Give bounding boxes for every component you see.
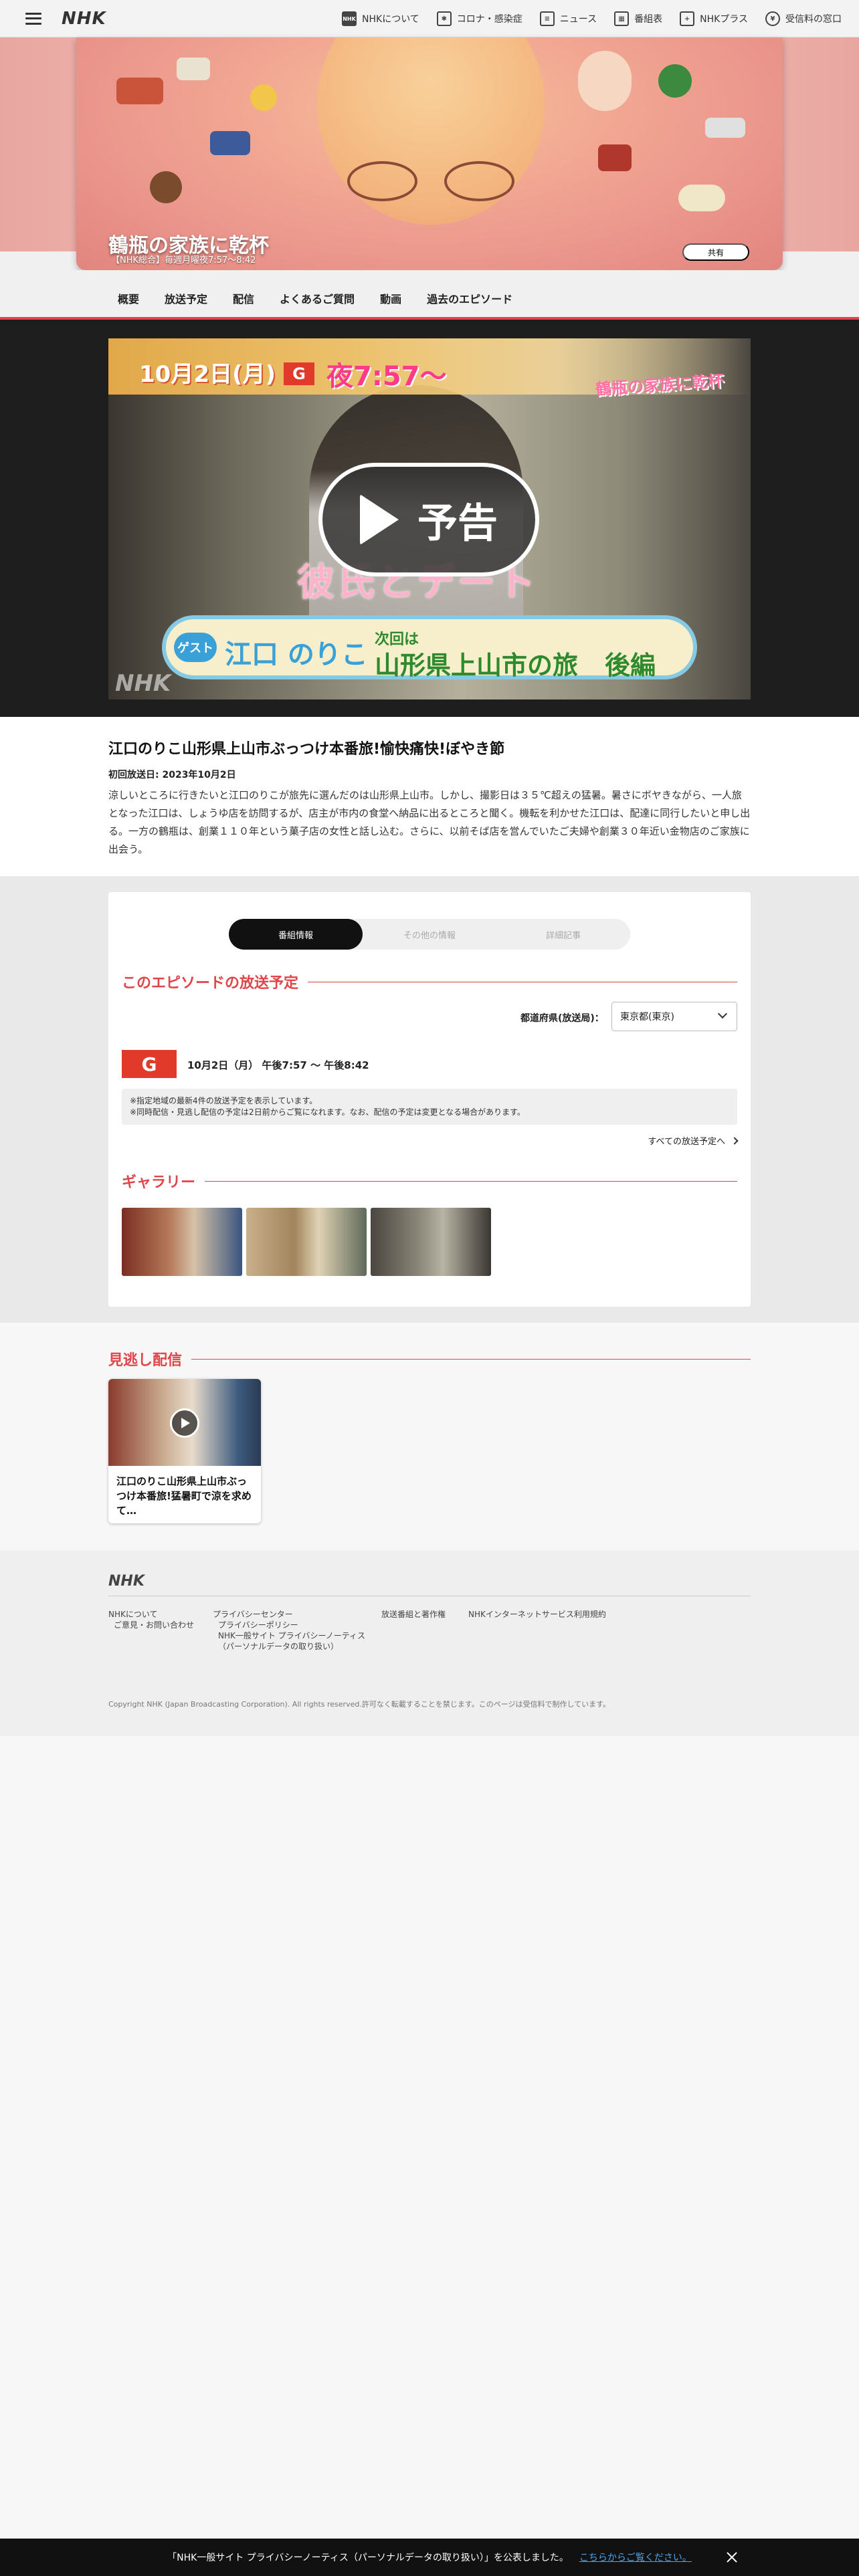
tab-past-episodes[interactable]: 過去のエピソード [427, 290, 512, 306]
tab-program-info[interactable]: 番組情報 [229, 919, 363, 950]
footer: NHK NHKについて ご意見・お問い合わせ プライバシーセンター プライバシー… [0, 1550, 859, 1736]
nhk-logo[interactable]: NHK [62, 9, 106, 29]
nav-about[interactable]: NHK NHKについて [342, 11, 419, 26]
chevron-down-icon [717, 1008, 728, 1019]
global-nav: NHK NHKについて ✱ コロナ・感染症 ≡ ニュース ▦ 番組表 + NHKプラス ¥… [342, 0, 842, 37]
footer-link-privacy-notice-sub: （パーソナルデータの取り扱い） [218, 1642, 339, 1651]
play-trailer-button[interactable]: 予告 [318, 463, 539, 576]
tab-faq[interactable]: よくあるご質問 [280, 290, 355, 306]
nav-corona[interactable]: ✱ コロナ・感染症 [436, 11, 522, 26]
privacy-notice-link[interactable]: こちらからご覧ください。 [579, 2551, 692, 2564]
glasses-illustration [347, 161, 514, 201]
nav-nhk-plus[interactable]: + NHKプラス [680, 11, 748, 26]
close-icon[interactable] [725, 2551, 739, 2564]
footer-link-about[interactable]: NHKについて [108, 1609, 158, 1620]
overlay-time: 夜7:57〜 [326, 361, 447, 392]
gallery [122, 1208, 491, 1276]
food-illustration [116, 78, 163, 104]
region-select[interactable]: 東京都(東京) [611, 1002, 737, 1031]
broadcast-heading: このエピソードの放送予定 [122, 971, 737, 992]
privacy-notice-text: 「NHK一般サイト プライバシーノーティス（パーソナルデータの取り扱い）」を公表… [167, 2553, 569, 2563]
tab-other-info[interactable]: その他の情報 [363, 919, 496, 950]
play-icon [360, 494, 399, 545]
global-header: NHK NHK NHKについて ✱ コロナ・感染症 ≡ ニュース ▦ 番組表 + NHKプ… [0, 0, 859, 37]
catchup-heading: 見逃し配信 [108, 1348, 751, 1370]
overlay-guest-name: 江口 のりこ [225, 639, 368, 670]
nhk-icon: NHK [342, 11, 357, 26]
schedule-notes: ※指定地域の最新4件の放送予定を表示しています。 ※同時配信・見逃し配信の予定は… [122, 1089, 737, 1125]
gallery-image[interactable] [371, 1208, 491, 1276]
all-schedule-link[interactable]: すべての放送予定へ [648, 1134, 739, 1147]
program-airtime: 【NHK総合】毎週月曜夜7:57〜8:42 [111, 255, 256, 265]
footer-link-privacy-center[interactable]: プライバシーセンター [213, 1609, 293, 1620]
overlay-guest-tag: ゲスト [174, 633, 217, 662]
overlay-channel: G [284, 362, 314, 385]
first-broadcast-date: 初回放送日: 2023年10月2日 [108, 770, 236, 780]
overlay-part: 後編 [605, 651, 656, 680]
play-icon [170, 1408, 199, 1438]
food-illustration [177, 58, 210, 80]
food-illustration [598, 144, 632, 171]
tab-broadcast[interactable]: 放送予定 [165, 290, 207, 306]
tab-overview[interactable]: 概要 [118, 290, 139, 306]
nav-news[interactable]: ≡ ニュース [539, 11, 597, 26]
privacy-notice-bar: 「NHK一般サイト プライバシーノーティス（パーソナルデータの取り扱い）」を公表… [0, 2539, 859, 2576]
program-hero: 鶴瓶の家族に乾杯 【NHK総合】毎週月曜夜7:57〜8:42 共有 [76, 37, 783, 270]
broadcast-schedule: 10月2日（月） 午後7:57 〜 午後8:42 [187, 1059, 369, 1071]
news-icon: ≡ [539, 11, 555, 26]
tab-streaming[interactable]: 配信 [233, 290, 254, 306]
info-tabs: 番組情報 その他の情報 詳細記事 [229, 919, 630, 950]
episode-info: 江口のりこ山形県上山市ぶっつけ本番旅!愉快痛快!ぼやき節 初回放送日: 2023… [0, 717, 859, 876]
virus-icon: ✱ [436, 11, 452, 26]
nav-fee[interactable]: ¥ 受信料の窓口 [765, 11, 842, 26]
food-illustration [658, 64, 692, 98]
menu-icon[interactable] [25, 12, 41, 25]
tab-videos[interactable]: 動画 [380, 290, 401, 306]
footer-link-privacy-policy[interactable]: プライバシーポリシー [218, 1620, 298, 1630]
copyright-text: Copyright NHK (Japan Broadcasting Corpor… [108, 1700, 611, 1709]
footer-link-contact[interactable]: ご意見・お問い合わせ [114, 1620, 194, 1630]
overlay-date: 10月2日(月) [139, 361, 276, 388]
food-illustration [578, 51, 632, 111]
program-info-card: 番組情報 その他の情報 詳細記事 このエピソードの放送予定 都道府県(放送局)：… [108, 892, 751, 1307]
nav-schedule[interactable]: ▦ 番組表 [614, 11, 662, 26]
food-illustration [250, 84, 277, 111]
channel-badge: G [122, 1050, 177, 1078]
episode-title: 江口のりこ山形県上山市ぶっつけ本番旅!愉快痛快!ぼやき節 [108, 741, 505, 758]
footer-logo[interactable]: NHK [108, 1573, 145, 1590]
gallery-image[interactable] [122, 1208, 242, 1276]
footer-link-copyright[interactable]: 放送番組と著作権 [381, 1609, 446, 1620]
catchup-video-title: 江口のりこ山形県上山市ぶっつけ本番旅!猛暑町で涼を求めて… [116, 1475, 252, 1517]
schedule-icon: ▦ [614, 11, 630, 26]
catchup-video-card[interactable]: 江口のりこ山形県上山市ぶっつけ本番旅!猛暑町で涼を求めて… [108, 1379, 261, 1523]
food-illustration [678, 185, 725, 211]
program-nav: 概要 放送予定 配信 よくあるご質問 動画 過去のエピソード [0, 270, 859, 320]
food-illustration [150, 171, 182, 203]
nhk-plus-icon: + [680, 11, 695, 26]
food-illustration [210, 131, 250, 155]
food-illustration [705, 118, 745, 138]
footer-link-privacy-notice[interactable]: NHK一般サイト プライバシーノーティス [218, 1630, 365, 1641]
footer-link-terms[interactable]: NHKインターネットサービス利用規約 [468, 1609, 606, 1620]
tv-icon: ¥ [765, 11, 780, 26]
region-label: 都道府県(放送局)： [520, 1013, 604, 1024]
overlay-place: 山形県上山市の旅 [375, 651, 579, 680]
share-button[interactable]: 共有 [682, 243, 749, 261]
video-thumbnail [108, 1379, 261, 1466]
tab-articles[interactable]: 詳細記事 [496, 919, 630, 950]
chevron-right-icon [731, 1136, 739, 1145]
gallery-heading: ギャラリー [122, 1170, 737, 1192]
episode-description: 涼しいところに行きたいと江口のりこが旅先に選んだのは山形県上山市。しかし、撮影日… [108, 789, 751, 855]
gallery-image[interactable] [246, 1208, 367, 1276]
nhk-watermark: NHK [115, 670, 171, 697]
